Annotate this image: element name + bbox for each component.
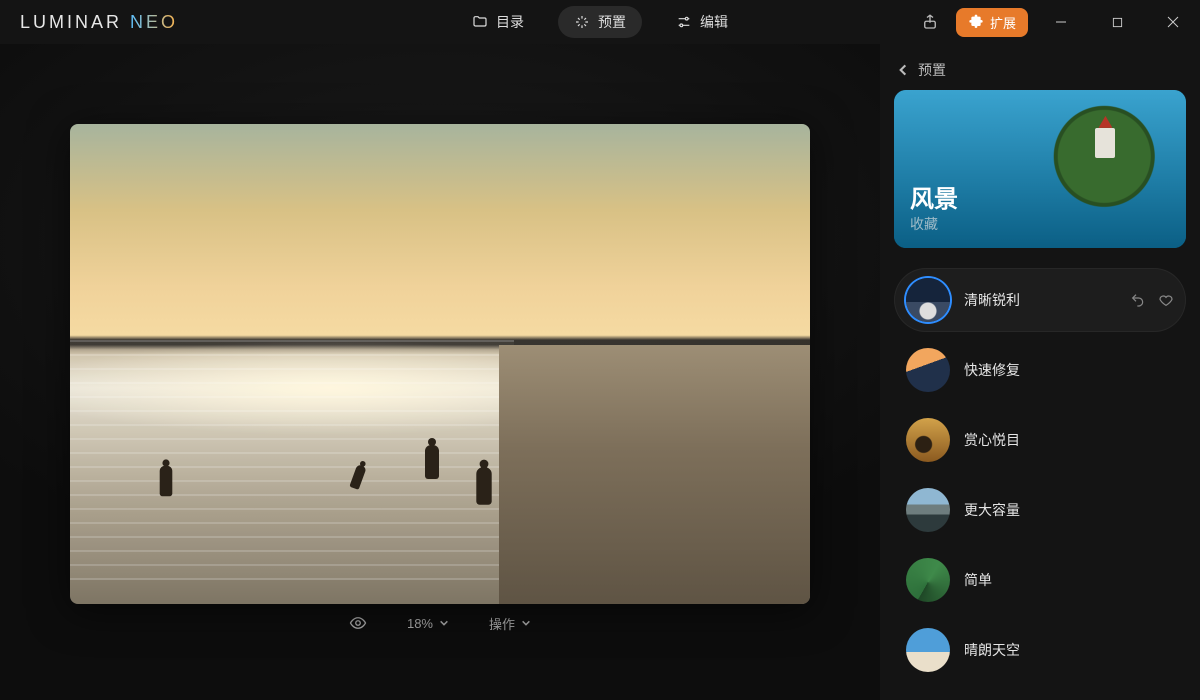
category-title: 风景 bbox=[910, 179, 958, 214]
preset-thumbnail bbox=[906, 628, 950, 672]
preset-name: 清晰锐利 bbox=[964, 290, 1116, 310]
preset-item[interactable]: 赏心悦目 bbox=[894, 408, 1186, 472]
nav-edit[interactable]: 编辑 bbox=[660, 6, 744, 38]
preset-thumbnail bbox=[906, 558, 950, 602]
preset-item[interactable]: 晴朗天空 bbox=[894, 618, 1186, 682]
preset-list: 清晰锐利 快速修复 赏心悦目 更大容量 简单 bbox=[894, 268, 1186, 682]
actions-label: 操作 bbox=[489, 614, 515, 633]
app-logo: LUMINAR NEO bbox=[20, 12, 178, 33]
preset-name: 赏心悦目 bbox=[964, 430, 1174, 450]
preset-thumbnail bbox=[906, 278, 950, 322]
nav-edit-label: 编辑 bbox=[700, 12, 728, 32]
window-maximize[interactable] bbox=[1094, 6, 1140, 38]
extensions-label: 扩展 bbox=[990, 13, 1016, 32]
preset-name: 简单 bbox=[964, 570, 1174, 590]
heart-icon[interactable] bbox=[1158, 292, 1174, 308]
puzzle-icon bbox=[968, 14, 984, 30]
sidebar-back-label: 预置 bbox=[918, 60, 946, 80]
window-close[interactable] bbox=[1150, 6, 1196, 38]
nav-catalog-label: 目录 bbox=[496, 12, 524, 32]
extensions-button[interactable]: 扩展 bbox=[956, 8, 1028, 37]
nav-presets[interactable]: 预置 bbox=[558, 6, 642, 38]
eye-icon bbox=[349, 614, 367, 632]
preset-item[interactable]: 快速修复 bbox=[894, 338, 1186, 402]
preset-thumbnail bbox=[906, 488, 950, 532]
chevron-down-icon bbox=[521, 618, 531, 628]
nav-catalog[interactable]: 目录 bbox=[456, 6, 540, 38]
window-minimize[interactable] bbox=[1038, 6, 1084, 38]
preset-name: 晴朗天空 bbox=[964, 640, 1174, 660]
category-subtitle: 收藏 bbox=[910, 214, 958, 234]
nav-presets-label: 预置 bbox=[598, 12, 626, 32]
top-nav: 目录 预置 编辑 bbox=[456, 6, 744, 38]
zoom-dropdown[interactable]: 18% bbox=[407, 616, 449, 631]
preset-thumbnail bbox=[906, 348, 950, 392]
canvas-area: 18% 操作 bbox=[0, 44, 880, 700]
preset-item[interactable]: 清晰锐利 bbox=[894, 268, 1186, 332]
preset-item[interactable]: 更大容量 bbox=[894, 478, 1186, 542]
presets-sidebar: 预置 风景 收藏 清晰锐利 快速修复 bbox=[880, 44, 1200, 700]
sidebar-back[interactable]: 预置 bbox=[894, 56, 1186, 90]
zoom-value: 18% bbox=[407, 616, 433, 631]
chevron-left-icon bbox=[896, 63, 910, 77]
preset-item[interactable]: 简单 bbox=[894, 548, 1186, 612]
preset-thumbnail bbox=[906, 418, 950, 462]
preset-name: 快速修复 bbox=[964, 360, 1174, 380]
preset-category-card[interactable]: 风景 收藏 bbox=[894, 90, 1186, 248]
folder-icon bbox=[472, 14, 488, 30]
undo-icon[interactable] bbox=[1130, 292, 1146, 308]
actions-dropdown[interactable]: 操作 bbox=[489, 614, 531, 633]
chevron-down-icon bbox=[439, 618, 449, 628]
toggle-preview-button[interactable] bbox=[349, 614, 367, 632]
preset-name: 更大容量 bbox=[964, 500, 1174, 520]
preview-image[interactable] bbox=[70, 124, 810, 604]
sliders-icon bbox=[676, 14, 692, 30]
sparkle-icon bbox=[574, 14, 590, 30]
share-button[interactable] bbox=[914, 6, 946, 38]
